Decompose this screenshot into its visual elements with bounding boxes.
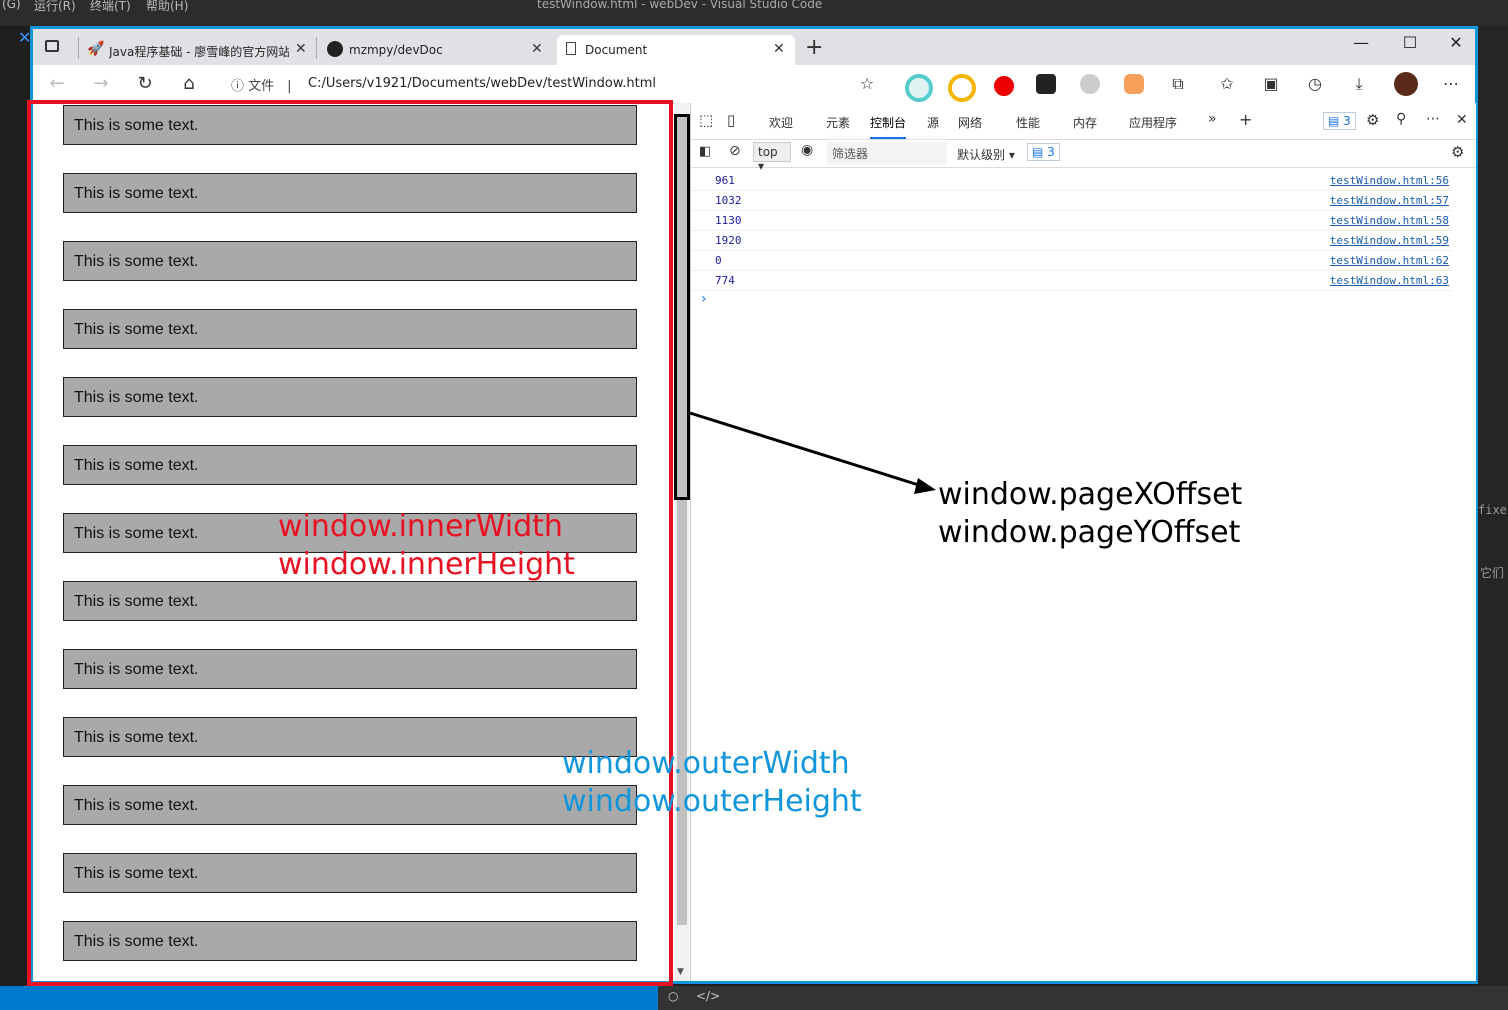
arrow-head <box>914 478 936 494</box>
page-offset-label: window.pageXOffset window.pageYOffset <box>938 476 1242 552</box>
page-y-offset-label: window.pageYOffset <box>938 515 1241 550</box>
arrow-line <box>689 411 926 489</box>
outer-height-label: window.outerHeight <box>562 784 862 819</box>
outer-width-label: window.outerWidth <box>562 746 850 781</box>
inner-height-label: window.innerHeight <box>278 547 575 582</box>
outer-size-label: window.outerWidth window.outerHeight <box>562 745 862 821</box>
annotation-arrow <box>689 411 936 494</box>
page-x-offset-label: window.pageXOffset <box>938 477 1243 512</box>
inner-size-label: window.innerWidth window.innerHeight <box>278 508 575 584</box>
inner-width-label: window.innerWidth <box>278 509 563 544</box>
